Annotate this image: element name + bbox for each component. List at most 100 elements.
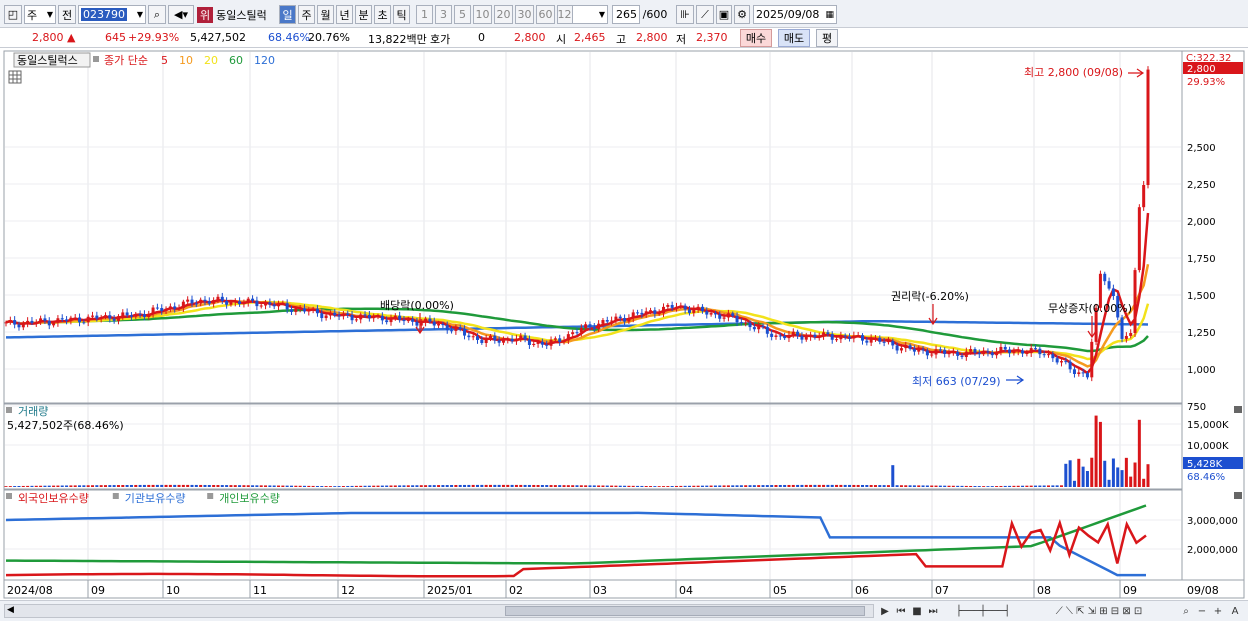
- volume-bar: [56, 485, 60, 487]
- candle-body: [510, 338, 514, 342]
- interval-button[interactable]: 3: [435, 5, 452, 24]
- horizontal-scrollbar[interactable]: ◀: [4, 604, 874, 618]
- scroll-left-icon[interactable]: ◀: [7, 605, 14, 615]
- count-input[interactable]: 265: [612, 5, 640, 24]
- high-label: 고: [616, 33, 627, 46]
- volume-bar: [393, 485, 397, 487]
- period-button[interactable]: 틱: [393, 5, 410, 24]
- window-icon[interactable]: ◰: [4, 5, 22, 24]
- candle-body: [147, 313, 151, 318]
- save-icon[interactable]: ▣: [716, 5, 732, 24]
- volume-bar: [687, 485, 691, 487]
- volume-bar: [233, 485, 237, 487]
- volume-bar: [450, 485, 454, 487]
- scroll-thumb[interactable]: [505, 606, 865, 616]
- volume-close-icon[interactable]: [1234, 406, 1242, 413]
- candle-body: [908, 345, 912, 349]
- forward-icon[interactable]: ⏭: [926, 604, 940, 619]
- period-button[interactable]: 분: [355, 5, 372, 24]
- interval-button[interactable]: 60: [536, 5, 555, 24]
- period-button[interactable]: 년: [336, 5, 353, 24]
- price-change-pct: +29.93%: [128, 31, 180, 44]
- candle-body: [424, 318, 428, 323]
- candle-body: [835, 339, 839, 341]
- rewind-icon[interactable]: ⏮: [894, 604, 908, 619]
- interval-button[interactable]: 30: [515, 5, 534, 24]
- volume-bar: [320, 486, 324, 487]
- volume-bar: [277, 485, 281, 487]
- stop-icon[interactable]: ■: [910, 604, 924, 619]
- volume-bar: [116, 485, 120, 487]
- volume-bar: [943, 485, 947, 487]
- interval-button[interactable]: 5: [454, 5, 471, 24]
- speaker-icon[interactable]: ◀▾: [168, 5, 194, 24]
- candle-body: [618, 316, 622, 319]
- period-button[interactable]: 주: [298, 5, 315, 24]
- volume-bar: [1029, 485, 1033, 487]
- candle-body: [1090, 341, 1094, 378]
- candle-body: [1133, 270, 1137, 333]
- trade-amount: 13,822백만: [368, 33, 427, 46]
- table-icon[interactable]: [8, 70, 22, 84]
- date-input[interactable]: 2025/09/08 ▦: [753, 5, 837, 24]
- font-size-icon[interactable]: A: [1228, 604, 1242, 619]
- chart-area[interactable]: 동일스틸럭스 종가 단순 5 10 20 60 120 배당락(0.00%) 권리락(-…: [0, 49, 1248, 600]
- candle-body: [225, 300, 229, 305]
- period-type-select[interactable]: 주 ▼: [24, 5, 56, 24]
- candle-body: [129, 315, 133, 317]
- candle-body: [977, 352, 981, 355]
- candle-body: [930, 354, 934, 356]
- zoom-slider[interactable]: ├───┼───┤: [948, 604, 1018, 619]
- candle-body: [298, 308, 302, 310]
- interval-button[interactable]: 1: [416, 5, 433, 24]
- volume-bar: [476, 484, 480, 487]
- volume-bar: [748, 485, 752, 487]
- volume-bar: [216, 485, 220, 487]
- candle-icon[interactable]: ⊪: [676, 5, 694, 24]
- candle-body: [519, 335, 523, 339]
- volume-bar: [411, 485, 415, 487]
- volume-bar: [212, 485, 216, 487]
- zoom-out-icon[interactable]: −: [1196, 604, 1208, 619]
- gear-icon[interactable]: ⚙: [734, 5, 750, 24]
- chevron-down-icon: ▼: [46, 10, 53, 19]
- volume-bar: [774, 485, 778, 487]
- zoom-in-icon[interactable]: +: [1212, 604, 1224, 619]
- candle-body: [1068, 361, 1072, 370]
- period-button[interactable]: 월: [317, 5, 334, 24]
- candle-body: [458, 327, 462, 330]
- x-axis-label: 07: [935, 584, 949, 597]
- interval-button[interactable]: 10: [473, 5, 492, 24]
- period-button[interactable]: 일: [279, 5, 296, 24]
- stock-code-input[interactable]: 023790 ▼: [78, 5, 146, 24]
- volume-bar: [268, 485, 272, 487]
- volume-bar: [493, 484, 497, 487]
- average-button[interactable]: 평: [816, 29, 838, 47]
- interval-select[interactable]: ▼: [572, 5, 608, 24]
- candle-body: [47, 320, 51, 326]
- sell-button[interactable]: 매도: [778, 29, 810, 47]
- drawing-tools[interactable]: ⟋ ⟍ ⇱ ⇲ ⊞ ⊟ ⊠ ⊡: [1024, 604, 1174, 619]
- scroll-right-icon[interactable]: ▶: [878, 604, 892, 619]
- search-icon[interactable]: ⌕: [148, 5, 166, 24]
- volume-bar: [752, 485, 756, 487]
- candle-body: [445, 325, 449, 331]
- period-button[interactable]: 초: [374, 5, 391, 24]
- volume-bar: [203, 484, 207, 487]
- candle-body: [311, 308, 315, 311]
- candle-body: [34, 321, 38, 324]
- candle-body: [523, 335, 527, 340]
- line-draw-icon[interactable]: ⟋: [696, 5, 714, 24]
- volume-bar: [1124, 457, 1128, 487]
- candle-body: [644, 311, 648, 315]
- prev-button[interactable]: 전: [58, 5, 76, 24]
- candle-body: [623, 318, 627, 322]
- volume-bar: [951, 485, 955, 487]
- volume-bar: [1068, 460, 1072, 487]
- zoom-icon[interactable]: ⌕: [1180, 604, 1192, 619]
- buy-button[interactable]: 매수: [740, 29, 772, 47]
- interval-button[interactable]: 20: [494, 5, 513, 24]
- candle-body: [700, 306, 704, 312]
- volume-bar: [873, 485, 877, 487]
- holdings-close-icon[interactable]: [1234, 492, 1242, 499]
